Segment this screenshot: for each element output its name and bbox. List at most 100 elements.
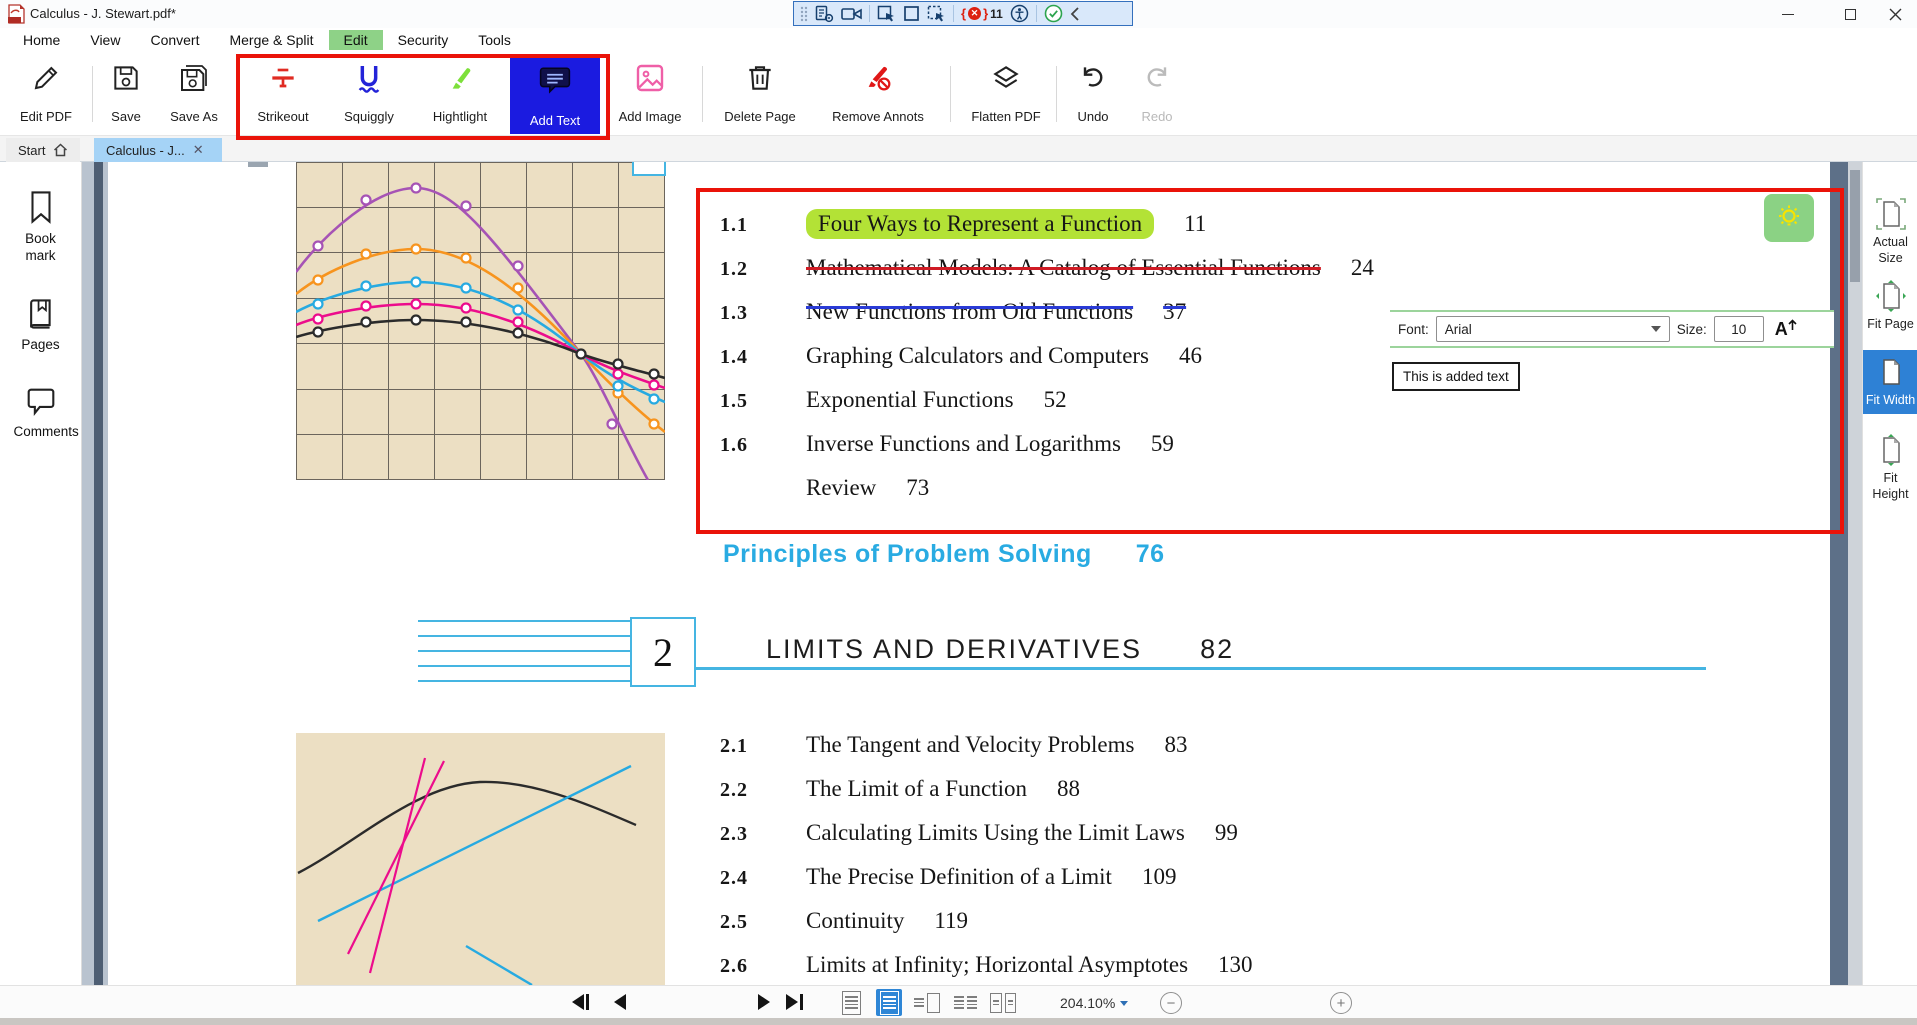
minimize-button[interactable] <box>1766 0 1810 28</box>
tangent-figure <box>296 733 665 985</box>
spacer <box>1133 299 1163 324</box>
menu-home[interactable]: Home <box>8 30 75 50</box>
drag-handle-icon[interactable] <box>800 6 808 22</box>
toc-row-1-1: 1.1Four Ways to Represent a Function11 <box>720 202 1206 246</box>
chapter2-number-box: 2 <box>630 617 696 687</box>
sidebar-item-comments[interactable]: Comments <box>14 387 68 440</box>
menu-view[interactable]: View <box>75 30 135 50</box>
view-single-page-button[interactable] <box>838 989 864 1016</box>
brace-icon: { <box>961 6 966 21</box>
prev-page-button[interactable] <box>614 994 626 1010</box>
add-image-button[interactable]: Add Image <box>610 58 690 130</box>
zoom-caret-icon[interactable] <box>1120 1001 1128 1006</box>
add-text-icon <box>538 64 572 96</box>
collapse-chevron-icon[interactable] <box>1070 6 1080 22</box>
select-element-icon[interactable] <box>877 5 896 23</box>
status-bar: 3 / 1308 204.10% − + <box>0 985 1917 1018</box>
zoom-out-button[interactable]: − <box>1160 992 1182 1014</box>
error-count-badge[interactable]: { ✕ } 11 <box>961 6 1003 21</box>
toc-row-2-5: 2.5Continuity119 <box>720 899 968 943</box>
undo-button[interactable]: Undo <box>1064 58 1122 130</box>
highlighted-title[interactable]: Four Ways to Represent a Function <box>806 209 1154 239</box>
last-page-icon <box>786 994 798 1010</box>
close-button[interactable] <box>1873 0 1917 28</box>
sidebar-item-pages[interactable]: Pages <box>14 298 68 353</box>
text-format-bar: Font: Arial Size: 10 A <box>1390 310 1834 348</box>
struck-title-blue[interactable]: New Functions from Old Functions37 <box>806 306 1186 323</box>
menu-convert[interactable]: Convert <box>135 30 214 50</box>
plus-icon: + <box>1330 992 1352 1014</box>
tip-lightbulb-button[interactable] <box>1764 194 1814 242</box>
accessibility-icon[interactable] <box>1010 4 1029 23</box>
strikeout-button[interactable]: Strikeout <box>246 58 320 130</box>
menu-edit[interactable]: Edit <box>329 30 383 50</box>
capture-area-icon[interactable] <box>927 5 946 23</box>
remove-annotations-icon <box>862 62 894 94</box>
video-camera-icon[interactable] <box>841 6 862 22</box>
error-count: 11 <box>990 7 1003 21</box>
vertical-scrollbar[interactable] <box>1848 162 1862 985</box>
first-page-button[interactable] <box>572 994 589 1010</box>
toc-row-review: Review73 <box>720 466 929 510</box>
maximize-button[interactable] <box>1828 0 1872 28</box>
zoom-in-button[interactable]: + <box>1330 992 1352 1014</box>
fit-page-button[interactable]: Fit Page <box>1863 280 1917 332</box>
home-icon <box>53 143 68 157</box>
redo-icon <box>1141 62 1173 94</box>
menu-bar: Home View Convert Merge & Split Edit Sec… <box>0 28 1917 52</box>
problem-solving-heading: Principles of Problem Solving 76 <box>723 540 1165 569</box>
save-button[interactable]: Save <box>100 58 152 130</box>
zoom-value[interactable]: 204.10% <box>1060 995 1115 1011</box>
chapter2-rule <box>696 667 1706 670</box>
view-two-page-button[interactable] <box>990 989 1016 1016</box>
horizontal-scroll-nub[interactable] <box>248 162 268 167</box>
chapter2-title: LIMITS AND DERIVATIVES 82 <box>766 634 1234 665</box>
flatten-pdf-button[interactable]: Flatten PDF <box>962 58 1050 130</box>
app-logo-icon <box>7 4 26 24</box>
script-settings-icon[interactable] <box>815 5 834 23</box>
close-icon <box>1889 8 1902 21</box>
view-book-button[interactable] <box>952 989 978 1016</box>
menu-tools[interactable]: Tools <box>463 30 526 50</box>
bookmark-icon <box>26 190 56 224</box>
sidebar-item-bookmark[interactable]: Book mark <box>14 190 68 264</box>
menu-security[interactable]: Security <box>383 30 464 50</box>
redo-button[interactable]: Redo <box>1128 58 1186 130</box>
actual-size-icon <box>1876 198 1906 230</box>
toc-row-1-5: 1.5Exponential Functions52 <box>720 378 1067 422</box>
added-text-annotation[interactable]: This is added text <box>1392 362 1520 391</box>
last-page-button[interactable] <box>786 994 803 1010</box>
view-facing-button[interactable] <box>914 989 940 1016</box>
divider <box>702 66 703 122</box>
fit-height-button[interactable]: Fit Height <box>1863 434 1917 502</box>
tab-start[interactable]: Start <box>6 138 80 162</box>
flatten-icon <box>990 62 1022 94</box>
menu-merge-split[interactable]: Merge & Split <box>214 30 328 50</box>
fit-width-button[interactable]: Fit Width <box>1863 350 1917 414</box>
view-continuous-button[interactable] <box>876 989 902 1016</box>
toc-row-2-1: 2.1The Tangent and Velocity Problems83 <box>720 723 1187 767</box>
tab-close-icon[interactable]: ✕ <box>193 142 204 158</box>
error-x-icon: ✕ <box>968 7 981 20</box>
next-page-button[interactable] <box>758 994 770 1010</box>
font-size-input[interactable]: 10 <box>1714 316 1764 342</box>
remove-annots-button[interactable]: Remove Annots <box>814 58 942 130</box>
taskbar-edge <box>0 1018 1917 1025</box>
add-text-button[interactable]: Add Text <box>510 54 600 134</box>
tab-document[interactable]: Calculus - J... ✕ <box>94 138 222 162</box>
actual-size-button[interactable]: Actual Size <box>1863 198 1917 266</box>
delete-page-button[interactable]: Delete Page <box>714 58 806 130</box>
edit-pdf-button[interactable]: Edit PDF <box>6 58 86 130</box>
region-select-icon[interactable] <box>903 5 920 22</box>
success-check-icon[interactable] <box>1044 4 1063 23</box>
struck-title-red[interactable]: Mathematical Models: A Catalog of Essent… <box>806 255 1321 280</box>
increase-font-button[interactable]: A <box>1775 319 1797 340</box>
toc-row-2-4: 2.4The Precise Definition of a Limit109 <box>720 855 1176 899</box>
left-sidebar: Book mark Pages Comments <box>0 162 82 985</box>
squiggly-button[interactable]: Squiggly <box>330 58 408 130</box>
save-as-button[interactable]: Save As <box>158 58 230 130</box>
highlight-button[interactable]: Hightlight <box>418 58 502 130</box>
font-family-select[interactable]: Arial <box>1436 316 1670 342</box>
scrollbar-thumb[interactable] <box>1850 170 1860 282</box>
toc-row-1-2: 1.2Mathematical Models: A Catalog of Ess… <box>720 246 1374 290</box>
